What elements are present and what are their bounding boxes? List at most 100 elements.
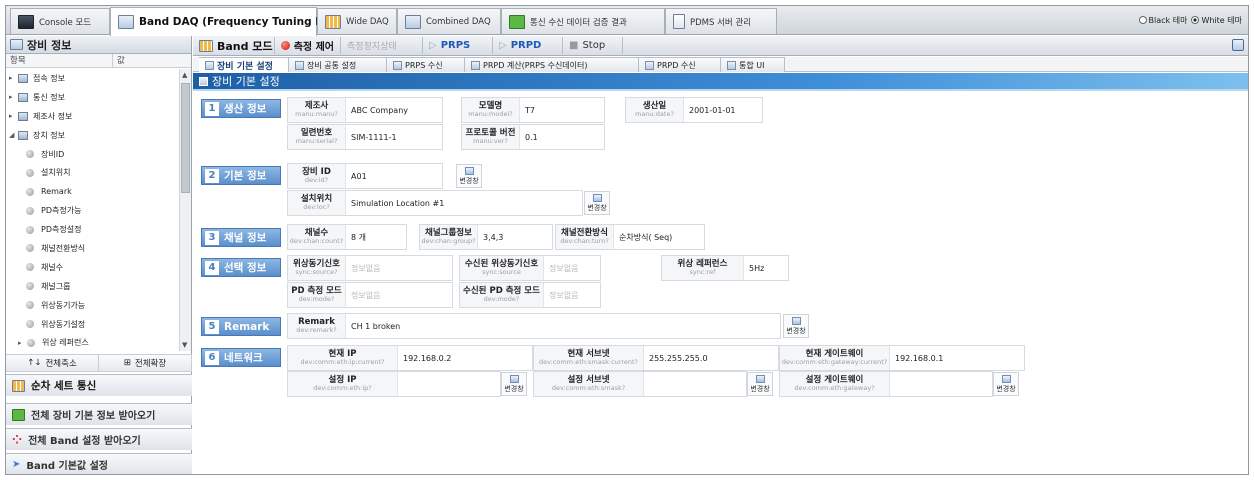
tree-leaf[interactable]: Remark: [6, 182, 178, 201]
tab-pdms-server[interactable]: PDMS 서버 관리: [665, 8, 777, 34]
received-sync-source-value[interactable]: 정보없음: [544, 256, 600, 280]
model-value[interactable]: T7: [520, 98, 604, 122]
tab-band-daq[interactable]: Band DAQ (Frequency Tuning DAQ): [110, 7, 346, 36]
get-all-band-button[interactable]: ⁘ 전체 Band 설정 받아오기: [6, 428, 192, 450]
pd-mode-value[interactable]: 정보없음: [346, 283, 452, 307]
remark-change-button[interactable]: 변경창: [783, 314, 809, 338]
field-label: 생산일 manu:date?: [626, 98, 684, 122]
install-location-value[interactable]: Simulation Location #1: [346, 191, 582, 215]
received-pd-mode-value[interactable]: 정보없음: [544, 283, 600, 307]
arrow-right-icon: ➤: [12, 459, 21, 470]
tab-verify-result[interactable]: 통신 수신 데이터 검증 결과: [501, 8, 665, 34]
device-id-change-button[interactable]: 변경창: [456, 164, 482, 188]
tree-leaf-label: PD측정가능: [41, 206, 82, 216]
collapse-icon: ↑↓: [27, 358, 42, 368]
tab-prpd-calc[interactable]: PRPD 계산(PRPS 수신데이터): [465, 57, 639, 72]
tree-leaf[interactable]: 설치위치: [6, 163, 178, 182]
tree-leaf[interactable]: 장비ID: [6, 145, 178, 164]
tree-leaf[interactable]: PD측정가능: [6, 201, 178, 220]
sequential-comm-header[interactable]: 순차 세트 통신: [6, 374, 192, 396]
tree-leaf[interactable]: 채널수: [6, 258, 178, 277]
tree-scrollbar[interactable]: ▲ ▼: [179, 69, 191, 351]
tab-prpd-receive[interactable]: PRPD 수신: [639, 57, 721, 72]
tab-integrated-ui[interactable]: 통합 UI: [721, 57, 785, 72]
grid-icon: [325, 14, 341, 29]
gear-icon: [205, 60, 214, 70]
subnet-change-button[interactable]: 변경창: [747, 372, 773, 396]
chevron-right-icon[interactable]: ▸: [18, 339, 24, 347]
maker-value[interactable]: ABC Company: [346, 98, 442, 122]
set-ip-input[interactable]: [398, 372, 500, 396]
restore-window-icon[interactable]: [1232, 39, 1244, 51]
production-date-value[interactable]: 2001-01-01: [684, 98, 762, 122]
tree-leaf[interactable]: ▸ 위상 레퍼런스: [6, 333, 178, 351]
field-sync-reference: 위상 레퍼런스 sync:ref 5Hz: [661, 255, 789, 281]
prps-button[interactable]: ▷ PRPS: [423, 37, 493, 54]
channel-turn-value[interactable]: 순차방식( Seq): [614, 225, 704, 249]
location-change-button[interactable]: 변경창: [584, 191, 610, 215]
field-received-pd-mode: 수신된 PD 측정 모드 dev:mode? 정보없음: [459, 282, 601, 308]
tree-node-connection[interactable]: ▸ 접속 정보: [6, 69, 178, 88]
collapse-all-button[interactable]: ↑↓ 전체축소: [6, 355, 99, 371]
chevron-down-icon[interactable]: ◢: [9, 131, 15, 139]
tree-leaf[interactable]: 위상동기설정: [6, 315, 178, 334]
get-all-info-button[interactable]: 전체 장비 기본 정보 받아오기: [6, 403, 192, 425]
leaf-dot-icon: [26, 225, 34, 234]
sync-reference-value[interactable]: 5Hz: [744, 256, 788, 280]
band-default-button[interactable]: ➤ Band 기본값 설정: [6, 453, 192, 474]
tab-wide-daq[interactable]: Wide DAQ: [317, 8, 397, 34]
set-gateway-input[interactable]: [890, 372, 992, 396]
tree-node-device[interactable]: ◢ 장치 정보: [6, 126, 178, 145]
leaf-dot-icon: [26, 282, 34, 291]
device-id-value[interactable]: A01: [346, 164, 442, 188]
leaf-dot-icon: [27, 338, 35, 347]
stop-button[interactable]: ■ Stop: [563, 37, 623, 54]
tree-node-manufacturer[interactable]: ▸ 제조사 정보: [6, 107, 178, 126]
set-subnet-input[interactable]: [644, 372, 746, 396]
tab-combined-daq[interactable]: Combined DAQ: [397, 8, 501, 34]
column-header-value[interactable]: 값: [113, 54, 125, 67]
measure-control-button[interactable]: 측정 제어: [275, 37, 341, 54]
channel-count-value[interactable]: 8 개: [346, 225, 406, 249]
chevron-right-icon[interactable]: ▸: [9, 74, 15, 82]
tab-prps-receive[interactable]: PRPS 수신: [387, 57, 465, 72]
tab-console[interactable]: Console 모드: [10, 8, 110, 34]
prpd-button[interactable]: ▷ PRPD: [493, 37, 563, 54]
tree-leaf[interactable]: 채널그룹: [6, 277, 178, 296]
field-model: 모델명 manu:model? T7: [461, 97, 605, 123]
scroll-up-icon[interactable]: ▲: [182, 71, 187, 79]
column-header-item[interactable]: 항목: [6, 54, 113, 67]
current-subnet-value[interactable]: 255.255.255.0: [644, 346, 778, 370]
gateway-change-button[interactable]: 변경창: [993, 372, 1019, 396]
serial-value[interactable]: SIM-1111-1: [346, 125, 442, 149]
field-label: 일련번호 manu:serial?: [288, 125, 346, 149]
device-icon: [18, 130, 28, 140]
section-label: 선택 정보: [224, 262, 267, 274]
tab-device-basic[interactable]: 장비 기본 설정: [199, 57, 289, 72]
tree-node-communication[interactable]: ▸ 통신 정보: [6, 88, 178, 107]
chevron-right-icon[interactable]: ▸: [9, 93, 15, 101]
collapse-all-label: 전체축소: [45, 359, 77, 369]
theme-black-radio[interactable]: Black 테마: [1138, 15, 1187, 26]
tree-leaf[interactable]: 채널전환방식: [6, 239, 178, 258]
current-gateway-value[interactable]: 192.168.0.1: [890, 346, 1024, 370]
chevron-right-icon[interactable]: ▸: [9, 112, 15, 120]
current-ip-value[interactable]: 192.168.0.2: [398, 346, 532, 370]
remark-value[interactable]: CH 1 broken: [346, 314, 780, 338]
expand-all-button[interactable]: ⊞ 전체확장: [99, 355, 192, 371]
band-default-label: Band 기본값 설정: [26, 461, 109, 472]
scroll-down-icon[interactable]: ▼: [182, 341, 187, 349]
tab-device-common[interactable]: 장비 공통 설정: [289, 57, 387, 72]
ip-change-button[interactable]: 변경창: [501, 372, 527, 396]
prps-label: PRPS: [440, 40, 471, 51]
tree-leaf[interactable]: PD측정설정: [6, 220, 178, 239]
field-label: 모델명 manu:model?: [462, 98, 520, 122]
protocol-value[interactable]: 0.1: [520, 125, 604, 149]
section-basic-info: 2 기본 정보: [201, 166, 281, 185]
label-key: manu:model?: [468, 110, 513, 119]
sync-source-value[interactable]: 정보없음: [346, 256, 452, 280]
channel-group-value[interactable]: 3,4,3: [478, 225, 552, 249]
scrollbar-thumb[interactable]: [181, 83, 190, 193]
theme-white-radio[interactable]: White 테마: [1191, 15, 1242, 26]
tree-leaf[interactable]: 위상동기가능: [6, 296, 178, 315]
